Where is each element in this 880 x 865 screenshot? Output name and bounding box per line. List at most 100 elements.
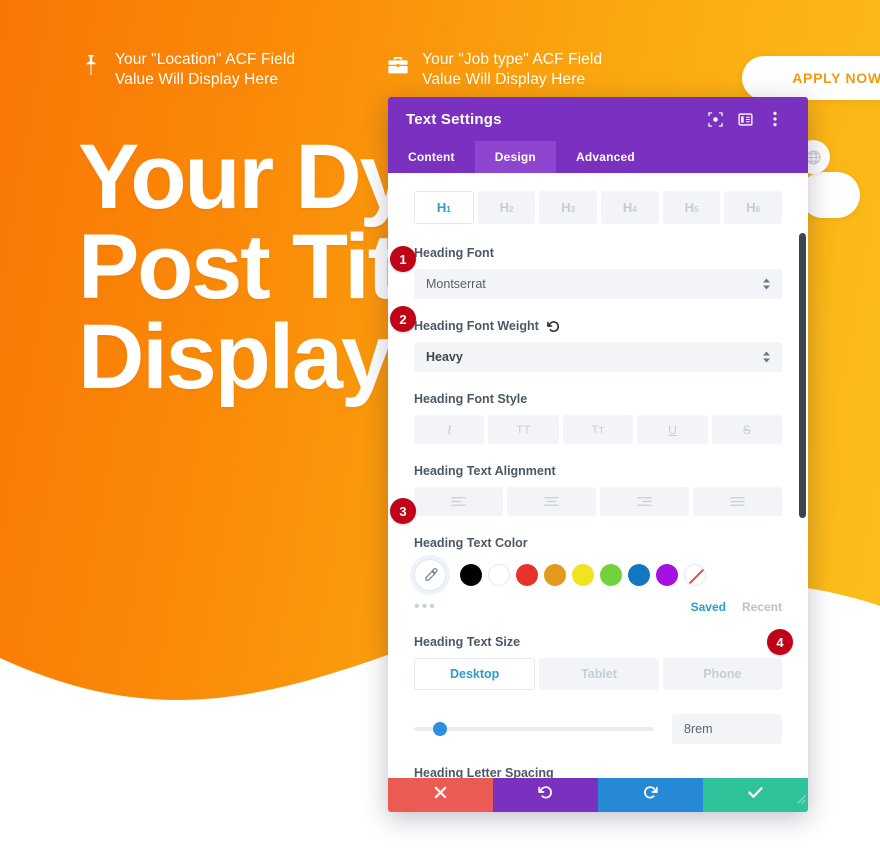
cancel-button[interactable] [388, 778, 493, 812]
heading-font-label: Heading Font [414, 246, 782, 260]
heading-letter-spacing-label: Heading Letter Spacing [414, 766, 782, 778]
chevron-updown-icon [763, 351, 770, 363]
device-tab-desktop[interactable]: Desktop [414, 658, 536, 690]
h1-sub: 1 [446, 205, 451, 214]
heading-text-size-value-text: 8rem [684, 722, 713, 736]
text-settings-modal: Text Settings Content Design Advanced H … [388, 97, 808, 812]
undo-arrow-icon [538, 785, 553, 805]
heading-level-h3[interactable]: H3 [539, 191, 598, 224]
more-vertical-icon[interactable] [760, 104, 790, 134]
smallcaps-icon[interactable]: Tᴛ [562, 415, 634, 444]
redo-button[interactable] [598, 778, 703, 812]
meta-job-type-line-2: Value Will Display Here [422, 71, 586, 89]
slider-knob[interactable] [433, 722, 448, 736]
align-right-icon[interactable] [600, 487, 689, 516]
save-button[interactable] [703, 778, 808, 812]
close-x-icon [434, 786, 447, 804]
swatch-none[interactable] [684, 564, 706, 586]
swatch-purple[interactable] [656, 564, 678, 586]
heading-font-weight-label: Heading Font Weight [414, 319, 782, 333]
swatch-green[interactable] [600, 564, 622, 586]
meta-location-text: Your "Location" ACF Field Value Will Dis… [115, 50, 295, 91]
heading-font-style-options: I TT Tᴛ U S [414, 415, 783, 444]
heading-font-style-label: Heading Font Style [414, 392, 782, 406]
heading-text-size-slider[interactable] [414, 721, 654, 737]
heading-font-weight-label-text: Heading Font Weight [414, 319, 539, 333]
align-left-icon[interactable] [414, 487, 503, 516]
align-center-icon[interactable] [507, 487, 596, 516]
swatch-blue[interactable] [628, 564, 650, 586]
h2-label: H [499, 200, 509, 215]
heading-level-h2[interactable]: H2 [477, 191, 536, 224]
swatch-white[interactable] [488, 564, 510, 586]
slider-track [414, 727, 654, 731]
checkmark-icon [748, 786, 763, 804]
heading-level-selector: H1 H2 H3 H4 H5 H6 [414, 191, 783, 224]
h2-sub: 2 [508, 205, 514, 214]
device-tab-tablet[interactable]: Tablet [539, 658, 659, 690]
reset-icon[interactable] [546, 320, 560, 333]
heading-text-color-label-text: Heading Text Color [414, 536, 528, 550]
tab-content[interactable]: Content [388, 141, 475, 173]
h5-label: H [684, 200, 694, 215]
layout-panel-icon[interactable] [730, 104, 760, 134]
redo-arrow-icon [643, 785, 658, 805]
h3-label: H [561, 200, 571, 215]
heading-text-size-label-text: Heading Text Size [414, 635, 521, 649]
heading-text-color-eyedropper[interactable] [414, 559, 446, 591]
floating-widget-blob [800, 172, 860, 218]
heading-level-h1[interactable]: H1 [414, 191, 474, 224]
device-tab-phone[interactable]: Phone [662, 658, 782, 690]
h4-sub: 4 [632, 205, 637, 214]
h6-label: H [746, 200, 756, 215]
callout-badge-3: 3 [390, 498, 416, 524]
heading-level-h6[interactable]: H6 [724, 191, 783, 224]
meta-job-type-text: Your "Job type" ACF Field Value Will Dis… [422, 50, 602, 91]
heading-text-size-value[interactable]: 8rem [672, 714, 782, 744]
h1-label: H [436, 200, 447, 215]
strikethrough-icon[interactable]: S [711, 415, 783, 444]
responsive-device-tabs: Desktop Tablet Phone [414, 658, 782, 690]
focus-target-icon[interactable] [700, 104, 730, 134]
more-colors-icon[interactable]: ••• [414, 599, 437, 615]
callout-badge-2: 2 [390, 306, 416, 332]
swatch-red[interactable] [516, 564, 538, 586]
color-tab-recent[interactable]: Recent [742, 600, 782, 614]
modal-scrollbar[interactable] [799, 233, 806, 518]
heading-level-h5[interactable]: H5 [662, 191, 721, 224]
meta-job-type-line-1: Your "Job type" ACF Field [422, 51, 603, 68]
swatch-orange[interactable] [544, 564, 566, 586]
align-justify-icon[interactable] [693, 487, 782, 516]
modal-title: Text Settings [406, 110, 502, 128]
callout-badge-4: 4 [767, 629, 793, 655]
screenshot-root: Your Dynamic Post Title Will Display Her… [0, 0, 880, 865]
heading-text-alignment-label: Heading Text Alignment [414, 464, 782, 478]
tab-advanced[interactable]: Advanced [556, 141, 655, 173]
meta-location-line-1: Your "Location" ACF Field [115, 51, 296, 68]
heading-text-alignment-options [414, 487, 782, 516]
color-tab-saved[interactable]: Saved [691, 600, 726, 614]
briefcase-icon [387, 50, 409, 80]
undo-button[interactable] [493, 778, 598, 812]
italic-icon[interactable]: I [414, 415, 485, 444]
uppercase-icon[interactable]: TT [488, 415, 559, 444]
heading-level-h4[interactable]: H4 [601, 191, 659, 224]
modal-scroll-content: H1 H2 H3 H4 H5 H6 Heading Font Montserra… [388, 173, 808, 778]
heading-letter-spacing-label-text: Heading Letter Spacing [414, 766, 554, 778]
heading-font-style-label-text: Heading Font Style [414, 392, 528, 406]
tab-design[interactable]: Design [474, 141, 556, 173]
swatch-black[interactable] [460, 564, 482, 586]
apply-now-button[interactable]: APPLY NOW [742, 56, 880, 100]
heading-font-select[interactable]: Montserrat [414, 269, 782, 299]
chevron-updown-icon [763, 278, 770, 290]
h3-sub: 3 [570, 205, 576, 214]
swatch-yellow[interactable] [572, 564, 594, 586]
heading-font-weight-select[interactable]: Heavy [414, 342, 782, 372]
heading-font-weight-value: Heavy [426, 350, 463, 364]
heading-text-alignment-label-text: Heading Text Alignment [414, 464, 556, 478]
heading-text-size-row: 8rem [414, 714, 782, 744]
modal-footer-actions [388, 778, 808, 812]
color-tabs: Saved Recent [691, 600, 782, 614]
heading-text-color-label: Heading Text Color [414, 536, 782, 550]
underline-icon[interactable]: U [637, 415, 708, 444]
